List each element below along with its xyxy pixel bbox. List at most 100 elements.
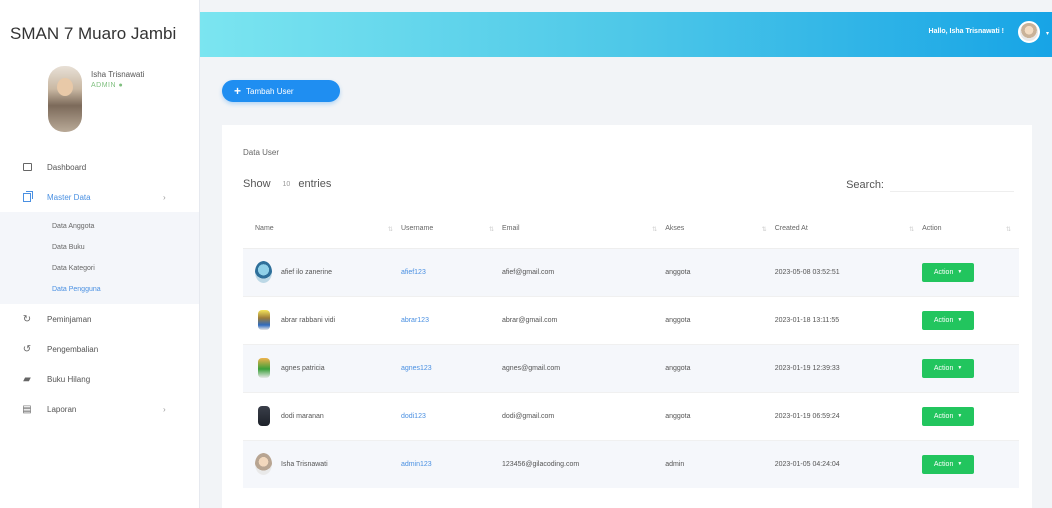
profile-role: ADMIN ● [91,82,124,89]
username-link[interactable]: dodi123 [401,413,426,420]
top-header: Hallo, Isha Trisnawati ! ▾ [200,12,1052,57]
sidebar-item-peminjaman[interactable]: ↻ Peminjaman [0,304,199,334]
add-user-button[interactable]: + Tambah User [222,80,340,102]
username-link[interactable]: abrar123 [401,317,429,324]
sidebar-item-label: Master Data [47,192,91,202]
data-card: Data User Show 10 entries Search: Name ⇅ … [222,125,1032,508]
sidebar-item-laporan[interactable]: ▤ Laporan › [0,394,199,424]
table-row: afief ilo zanerine afief123 afief@gmail.… [243,247,1019,296]
chevron-right-icon: › [163,404,166,414]
card-title: Data User [243,148,280,157]
email-cell: 123456@gilacoding.com [502,439,666,488]
greeting-text: Hallo, Isha Trisnawati ! [928,28,1004,35]
sidebar-item-pengembalian[interactable]: ↺ Pengembalian [0,334,199,364]
add-user-label: Tambah User [246,86,294,96]
show-label: Show [243,178,271,190]
search-input[interactable] [890,178,1014,192]
username-link[interactable]: admin123 [401,461,432,468]
user-photo [255,261,272,283]
email-cell: afief@gmail.com [502,247,666,296]
sidebar-item-label: Buku Hilang [47,374,91,384]
entries-label: entries [298,178,332,190]
sidebar-subitem-data-buku[interactable]: Data Buku [0,237,199,258]
user-photo [258,310,270,330]
book-icon: ▰ [23,373,31,385]
akses-cell: anggota [665,343,775,392]
caret-down-icon: ▼ [957,317,963,323]
chevron-down-icon[interactable]: ▾ [1046,30,1049,37]
action-dropdown-button[interactable]: Action ▼ [922,262,975,282]
caret-down-icon: ▼ [957,461,963,468]
monitor-icon [22,162,32,172]
username-link[interactable]: afief123 [401,269,426,276]
user-photo [255,453,272,476]
sidebar-subitem-data-kategori[interactable]: Data Kategori [0,258,199,279]
table-header-row: Name ⇅ Username ⇅ Email ⇅ Akses ⇅ Created At… [243,210,1019,249]
sort-icon: ⇅ [761,227,767,233]
sidebar: SMAN 7 Muaro Jambi Isha Trisnawati ADMIN… [0,0,200,508]
akses-cell: anggota [665,391,775,440]
sort-icon: ⇅ [652,227,658,233]
app-title: SMAN 7 Muaro Jambi [10,24,177,43]
user-name: abrar rabbani vidi [281,316,336,324]
sidebar-item-label: Pengembalian [47,344,99,354]
akses-cell: anggota [665,295,775,344]
action-dropdown-button[interactable]: Action ▼ [922,406,975,426]
sort-icon: ⇅ [387,227,393,233]
online-dot-icon: ● [118,82,124,89]
action-dropdown-button[interactable]: Action ▼ [922,454,975,474]
email-cell: agnes@gmail.com [502,343,666,392]
sidebar-subitem-data-pengguna[interactable]: Data Pengguna [0,279,199,300]
caret-down-icon: ▼ [957,269,963,275]
email-cell: abrar@gmail.com [502,295,666,344]
username-link[interactable]: agnes123 [401,365,432,372]
caret-down-icon: ▼ [957,413,963,419]
column-header-email[interactable]: Email ⇅ [502,210,666,249]
sort-icon: ⇅ [488,227,495,233]
user-photo [258,358,270,378]
table-row: agnes patricia agnes123 agnes@gmail.com … [243,343,1019,392]
column-header-name[interactable]: Name ⇅ [243,210,401,249]
table-row: Isha Trisnawati admin123 123456@gilacodi… [243,439,1019,488]
refresh-icon: ↻ [22,313,32,325]
action-dropdown-button[interactable]: Action ▼ [922,310,975,330]
sidebar-item-master-data[interactable]: Master Data › [0,182,199,212]
sidebar-item-buku-hilang[interactable]: ▰ Buku Hilang [0,364,199,394]
user-name: afief ilo zanerine [281,268,332,276]
profile-block: Isha Trisnawati ADMIN ● [0,66,199,140]
akses-cell: anggota [665,247,775,296]
column-header-username[interactable]: Username ⇅ [400,210,503,249]
profile-name: Isha Trisnawati [91,70,145,79]
sidebar-subitem-data-anggota[interactable]: Data Anggota [0,216,199,237]
column-header-action[interactable]: Action ⇅ [922,210,1019,249]
undo-icon: ↺ [22,343,32,355]
sidebar-nav: Dashboard Master Data › Data Anggota Dat… [0,140,199,424]
action-dropdown-button[interactable]: Action ▼ [922,358,975,378]
created-cell: 2023-01-19 06:59:24 [774,391,923,440]
table-row: abrar rabbani vidi abrar123 abrar@gmail.… [243,295,1019,344]
sort-icon: ⇅ [909,227,915,233]
avatar [48,66,82,132]
caret-down-icon: ▼ [957,365,963,371]
entries-control: Show 10 entries [243,178,331,190]
user-name: Isha Trisnawati [281,460,328,468]
column-header-created-at[interactable]: Created At ⇅ [774,210,923,249]
search-control: Search: [846,178,1014,192]
sidebar-item-label: Dashboard [47,162,87,172]
chevron-down-icon: › [163,192,166,202]
entries-select[interactable]: 10 [283,181,291,188]
sidebar-item-dashboard[interactable]: Dashboard [0,152,199,182]
user-photo [258,406,270,426]
created-cell: 2023-01-18 13:11:55 [774,295,923,344]
search-label: Search: [846,179,884,191]
sidebar-item-label: Peminjaman [47,314,92,324]
copy-icon [22,190,33,202]
akses-cell: admin [665,439,775,488]
plus-icon: + [234,84,242,98]
email-cell: dodi@gmail.com [502,391,666,440]
column-header-akses[interactable]: Akses ⇅ [665,210,775,249]
user-name: dodi maranan [281,412,324,420]
user-avatar[interactable] [1018,21,1040,43]
created-cell: 2023-05-08 03:52:51 [774,247,923,296]
table-row: dodi maranan dodi123 dodi@gmail.com angg… [243,391,1019,440]
